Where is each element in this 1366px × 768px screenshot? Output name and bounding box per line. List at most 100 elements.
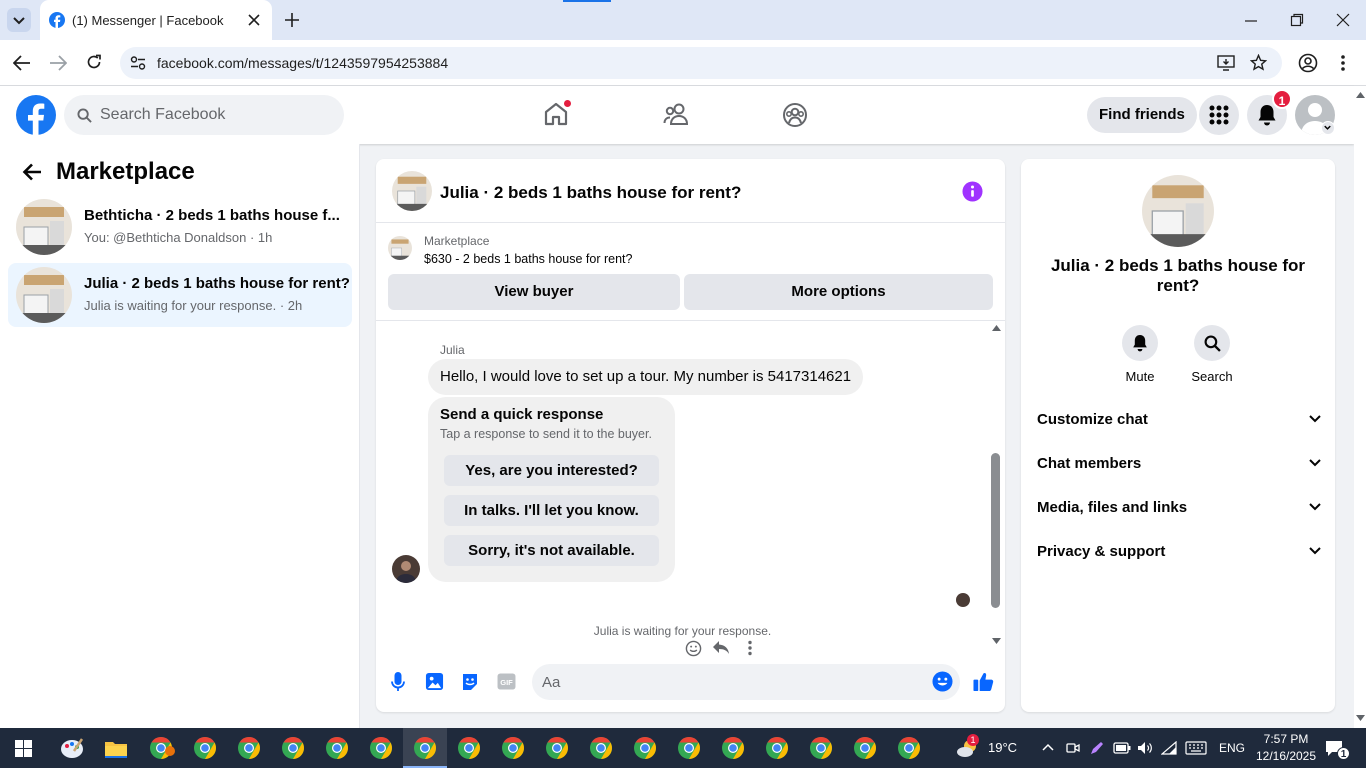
search-in-chat-button[interactable] (1194, 325, 1230, 361)
mute-label: Mute (1125, 369, 1155, 384)
chrome-app-icon[interactable] (807, 734, 835, 762)
chrome-app-icon[interactable] (675, 734, 703, 762)
quick-response-button[interactable]: Sorry, it's not available. (444, 535, 659, 566)
meet-now-icon[interactable] (1066, 741, 1080, 755)
quick-response-title: Send a quick response (440, 406, 604, 423)
clock-date[interactable]: 12/16/2025 (1254, 749, 1318, 763)
facebook-logo-icon[interactable] (16, 95, 56, 135)
chrome-app-icon[interactable] (851, 734, 879, 762)
browser-menu-icon[interactable] (1340, 54, 1346, 72)
chrome-app-icon[interactable] (543, 734, 571, 762)
file-explorer-icon[interactable] (102, 734, 130, 762)
message-input[interactable] (542, 664, 922, 700)
reload-icon[interactable] (86, 54, 102, 70)
mute-action[interactable]: Mute (1110, 325, 1170, 384)
chrome-app-icon[interactable] (587, 734, 615, 762)
chrome-app-icon[interactable] (367, 734, 395, 762)
bookmark-star-icon[interactable] (1250, 54, 1267, 71)
notification-badge: 1 (1272, 89, 1292, 109)
chat-title[interactable]: Julia · 2 beds 1 baths house for rent? (440, 183, 741, 203)
scroll-down-icon[interactable] (992, 638, 1001, 644)
menu-button[interactable] (1199, 95, 1239, 135)
chrome-app-icon[interactable] (235, 734, 263, 762)
more-options-button[interactable]: More options (684, 274, 993, 310)
chrome-app-icon[interactable] (323, 734, 351, 762)
chrome-app-icon[interactable] (191, 734, 219, 762)
touch-keyboard-icon[interactable] (1185, 741, 1207, 755)
conversation-item-active[interactable]: Julia · 2 beds 1 baths house for rent? J… (8, 263, 352, 327)
show-hidden-icons-icon[interactable] (1042, 743, 1054, 751)
photo-gallery-icon[interactable] (425, 672, 444, 691)
view-buyer-button[interactable]: View buyer (388, 274, 680, 310)
quick-response-button[interactable]: In talks. I'll let you know. (444, 495, 659, 526)
new-tab-icon[interactable] (284, 12, 300, 28)
input-language[interactable]: ENG (1219, 741, 1245, 755)
listing-thumbnail[interactable] (388, 236, 412, 260)
groups-icon[interactable] (782, 102, 808, 128)
microphone-icon[interactable] (391, 672, 405, 692)
minimize-icon[interactable] (1244, 14, 1258, 28)
message-bubble[interactable]: Hello, I would love to set up a tour. My… (428, 359, 864, 395)
message-input-wrapper[interactable] (532, 664, 960, 700)
tab-strip-indicator (563, 0, 611, 2)
profile-icon[interactable] (1298, 53, 1318, 73)
facebook-search-input[interactable] (100, 95, 330, 135)
windows-start-icon[interactable] (15, 740, 32, 757)
close-tab-icon[interactable] (247, 13, 261, 27)
chrome-app-icon[interactable] (895, 734, 923, 762)
temperature[interactable]: 19°C (988, 740, 1017, 755)
chrome-app-icon[interactable] (499, 734, 527, 762)
pen-icon[interactable] (1089, 740, 1105, 756)
forward-arrow-icon[interactable] (49, 55, 67, 71)
wifi-icon[interactable] (1161, 741, 1177, 755)
listing-price[interactable]: $630 - 2 beds 1 baths house for rent? (424, 252, 632, 266)
account-menu-chevron[interactable] (1321, 121, 1335, 135)
tab-search-button[interactable] (7, 8, 31, 32)
scroll-up-icon[interactable] (992, 325, 1001, 331)
info-icon[interactable] (962, 181, 983, 202)
mute-button[interactable] (1122, 325, 1158, 361)
clock-time[interactable]: 7:57 PM (1254, 732, 1318, 746)
battery-icon[interactable] (1113, 742, 1131, 754)
chrome-app-icon[interactable] (279, 734, 307, 762)
back-arrow-icon[interactable] (22, 163, 42, 181)
volume-icon[interactable] (1137, 741, 1153, 755)
browser-toolbar: facebook.com/messages/t/1243597954253884 (0, 40, 1366, 86)
site-settings-icon[interactable] (130, 56, 146, 70)
emoji-icon[interactable] (932, 671, 953, 692)
section-label: Privacy & support (1037, 543, 1166, 560)
customize-chat-row[interactable]: Customize chat (1037, 411, 1321, 435)
message-scrollbar-thumb[interactable] (991, 453, 1000, 608)
chat-listing-avatar[interactable] (392, 171, 432, 211)
chrome-app-icon[interactable] (763, 734, 791, 762)
thumbs-up-icon[interactable] (973, 671, 994, 692)
media-files-links-row[interactable]: Media, files and links (1037, 499, 1321, 523)
page-scrollbar[interactable] (1354, 86, 1366, 728)
listing-thumbnail (16, 267, 72, 323)
search-action[interactable]: Search (1182, 325, 1242, 384)
close-window-icon[interactable] (1336, 13, 1350, 27)
paint-app-icon[interactable] (58, 734, 86, 762)
facebook-search[interactable] (64, 95, 344, 135)
chrome-app-icon-active[interactable] (411, 734, 439, 762)
find-friends-button[interactable]: Find friends (1087, 97, 1197, 133)
sender-avatar[interactable] (392, 555, 420, 583)
chat-members-row[interactable]: Chat members (1037, 455, 1321, 479)
sticker-icon[interactable] (460, 672, 480, 692)
conversation-item[interactable]: Bethticha · 2 beds 1 baths house f... Yo… (8, 195, 352, 259)
friends-icon[interactable] (663, 102, 690, 126)
restore-icon[interactable] (1290, 13, 1304, 27)
browser-tab[interactable]: (1) Messenger | Facebook (40, 0, 272, 40)
privacy-support-row[interactable]: Privacy & support (1037, 543, 1321, 567)
quick-response-button[interactable]: Yes, are you interested? (444, 455, 659, 486)
address-bar[interactable]: facebook.com/messages/t/1243597954253884 (120, 47, 1282, 79)
install-app-icon[interactable] (1217, 55, 1235, 71)
chrome-app-icon[interactable] (631, 734, 659, 762)
chrome-app-icon[interactable] (455, 734, 483, 762)
back-arrow-icon[interactable] (13, 55, 31, 71)
gif-icon[interactable]: GIF (497, 673, 516, 690)
scroll-down-icon[interactable] (1356, 715, 1365, 721)
chrome-app-icon[interactable] (719, 734, 747, 762)
info-listing-avatar[interactable] (1142, 175, 1214, 247)
scroll-up-icon[interactable] (1356, 92, 1365, 98)
